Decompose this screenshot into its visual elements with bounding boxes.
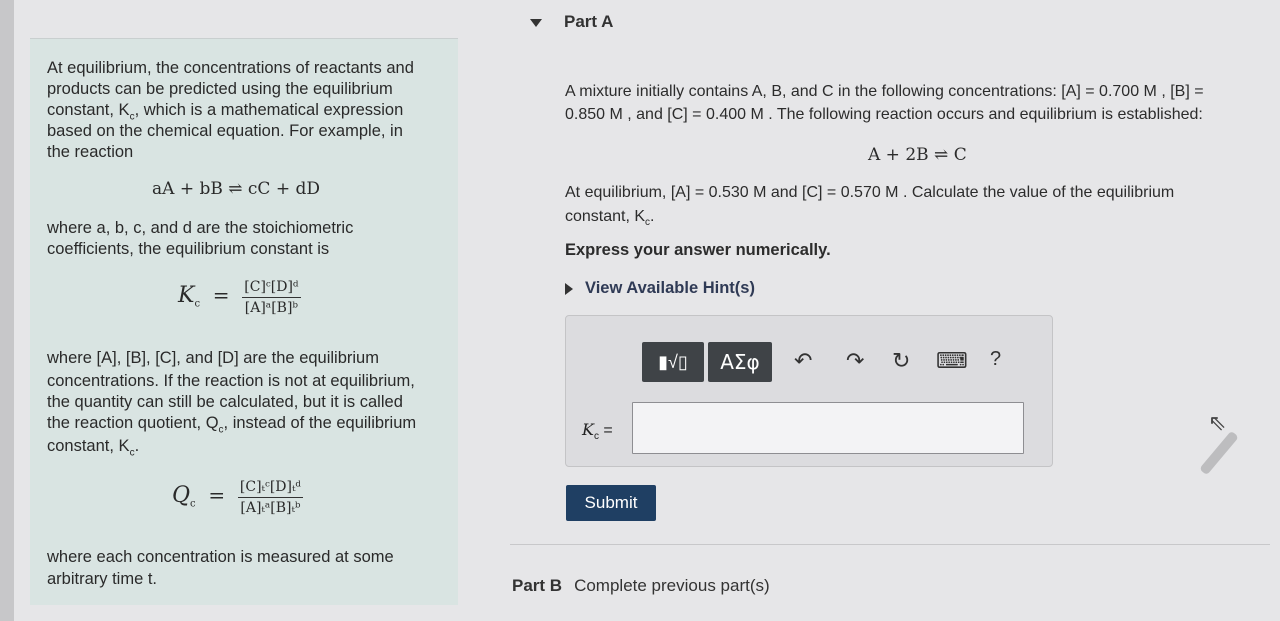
instruction-text: Express your answer numerically. <box>565 241 831 259</box>
problem-line-1: A mixture initially contains A, B, and C… <box>565 83 1204 100</box>
submit-button[interactable]: Submit <box>566 485 656 521</box>
part-b-status: Complete previous part(s) <box>574 576 770 595</box>
qc-numerator: [C]ₜᶜ[D]ₜᵈ <box>237 479 304 498</box>
stylus-pen <box>1199 430 1239 476</box>
keyboard-icon[interactable]: ⌨ <box>936 348 968 374</box>
final-line-2: arbitrary time t. <box>47 570 158 588</box>
equilibrium-line-1: At equilibrium, [A] = 0.530 M and [C] = … <box>565 184 1175 201</box>
undo-icon[interactable]: ↶ <box>794 348 812 374</box>
final-line-1: where each concentration is measured at … <box>47 548 394 566</box>
qc-denominator: [A]ₜᵃ[B]ₜᵇ <box>240 500 301 516</box>
template-button[interactable]: ▮√▯ <box>642 342 704 382</box>
where-line-1: where a, b, c, and d are the stoichiomet… <box>47 219 354 237</box>
collapse-triangle-icon <box>530 18 542 27</box>
equilibrium-line-2: constant, Kc. <box>565 208 655 229</box>
intro-line-1: At equilibrium, the concentrations of re… <box>47 59 414 77</box>
para2-line-5: constant, Kc. <box>47 437 140 459</box>
general-reaction-equation: aA + bB ⇌ cC + dD <box>152 179 320 199</box>
intro-line-5: the reaction <box>47 143 134 161</box>
intro-line-2: products can be predicted using the equi… <box>47 80 393 98</box>
symbols-button[interactable]: ΑΣφ <box>708 342 772 382</box>
where-line-2: coefficients, the equilibrium constant i… <box>47 240 330 258</box>
answer-label: Kc = <box>582 420 613 443</box>
mouse-cursor-icon: ⇖ <box>1208 410 1227 435</box>
qc-expression: Qc = [C]ₜᶜ[D]ₜᵈ [A]ₜᵃ[B]ₜᵇ <box>172 479 304 516</box>
hint-label: View Available Hint(s) <box>585 279 755 297</box>
para2-line-3: the quantity can still be calculated, bu… <box>47 393 403 411</box>
expand-triangle-icon <box>565 282 573 295</box>
part-b-title: Part B <box>512 576 563 595</box>
para2-line-1: where [A], [B], [C], and [D] are the equ… <box>47 349 379 367</box>
part-b-row[interactable]: Part B Complete previous part(s) <box>512 576 770 596</box>
section-divider <box>510 544 1270 545</box>
reset-icon[interactable]: ↻ <box>892 348 910 374</box>
window-edge <box>0 0 14 621</box>
answer-input[interactable] <box>632 402 1024 454</box>
para2-line-2: concentrations. If the reaction is not a… <box>47 372 415 390</box>
part-a-header[interactable]: Part A <box>530 12 613 32</box>
info-card: At equilibrium, the concentrations of re… <box>30 38 458 605</box>
part-a-title: Part A <box>564 12 614 31</box>
view-hints-link[interactable]: View Available Hint(s) <box>565 279 755 298</box>
help-button[interactable]: ? <box>990 348 1001 371</box>
kc-numerator: [C]ᶜ[D]ᵈ <box>242 279 301 298</box>
intro-line-4: based on the chemical equation. For exam… <box>47 122 403 140</box>
reaction-equation: A + 2B ⇌ C <box>868 145 967 165</box>
kc-denominator: [A]ᵃ[B]ᵇ <box>244 300 299 316</box>
redo-icon[interactable]: ↷ <box>846 348 864 374</box>
answer-area: ▮√▯ ΑΣφ ↶ ↷ ↻ ⌨ ? Kc = <box>565 315 1053 467</box>
problem-line-2: 0.850 M , and [C] = 0.400 M . The follow… <box>565 106 1203 123</box>
kc-expression: Kc = [C]ᶜ[D]ᵈ [A]ᵃ[B]ᵇ <box>178 279 301 316</box>
